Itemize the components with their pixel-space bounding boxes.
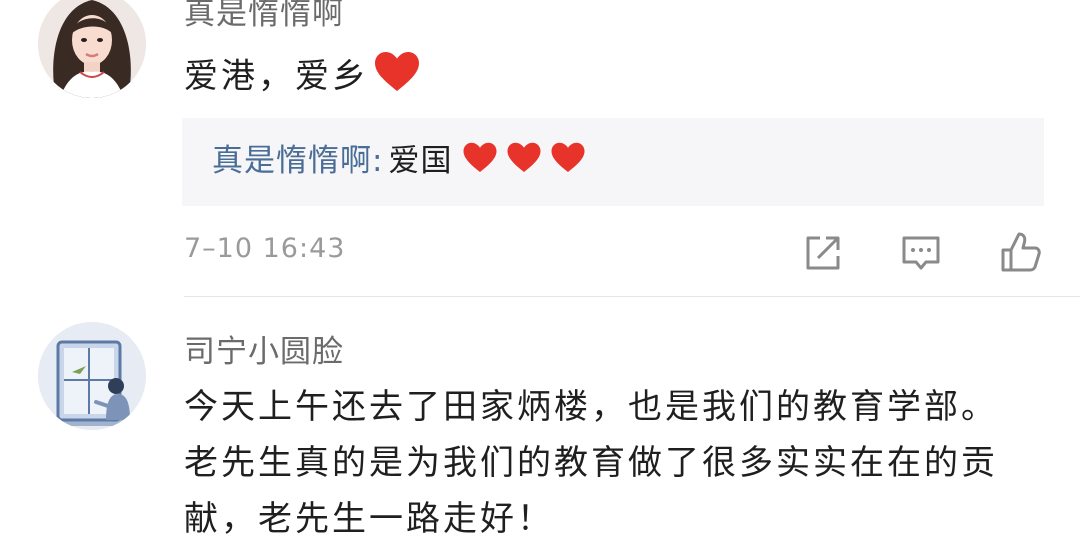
comment-text-line: 老先生真的是为我们的教育做了很多实实在在的贡 bbox=[184, 443, 998, 483]
share-button[interactable] bbox=[802, 232, 844, 274]
reply-username[interactable]: 真是惰惰啊 bbox=[212, 143, 372, 179]
comment-text-content: 爱港，爱乡 bbox=[184, 56, 369, 97]
heart-icon bbox=[506, 140, 542, 186]
comment-item: 司宁小圆脸 今天上午还去了田家炳楼，也是我们的教育学部。 老先生真的是为我们的教… bbox=[0, 296, 1080, 554]
reply-line: 真是惰惰啊: 爱国 bbox=[212, 138, 586, 186]
share-icon bbox=[806, 236, 840, 270]
comment-item: 真是惰惰啊 爱港，爱乡 真是惰惰啊: 爱国 7–10 16:43 bbox=[0, 0, 1080, 296]
heart-icon bbox=[550, 140, 586, 186]
like-icon bbox=[1001, 232, 1041, 272]
reply-box[interactable]: 真是惰惰啊: 爱国 bbox=[182, 118, 1044, 206]
comment-text-line: 今天上午还去了田家炳楼，也是我们的教育学部。 bbox=[184, 387, 998, 427]
avatar-girl-image bbox=[38, 0, 146, 98]
comment-icon bbox=[902, 236, 940, 270]
comment-feed: 真是惰惰啊 爱港，爱乡 真是惰惰啊: 爱国 7–10 16:43 司宁小圆脸 今… bbox=[0, 0, 1080, 554]
like-button[interactable] bbox=[1000, 230, 1042, 272]
avatar[interactable] bbox=[38, 322, 146, 430]
comment-text-line: 献，老先生一路走好！ bbox=[184, 499, 554, 539]
reply-separator: : bbox=[372, 143, 383, 179]
heart-icon bbox=[462, 140, 498, 186]
comment-text: 爱港，爱乡 bbox=[184, 50, 421, 106]
comment-timestamp: 7–10 16:43 bbox=[184, 233, 346, 264]
reply-text: 爱国 bbox=[388, 143, 453, 179]
avatar[interactable] bbox=[38, 0, 146, 98]
avatar-illustration-image bbox=[38, 322, 146, 430]
heart-icon bbox=[373, 50, 421, 106]
comment-button[interactable] bbox=[900, 232, 942, 274]
comment-username[interactable]: 真是惰惰啊 bbox=[184, 0, 344, 33]
comment-username[interactable]: 司宁小圆脸 bbox=[184, 326, 344, 371]
